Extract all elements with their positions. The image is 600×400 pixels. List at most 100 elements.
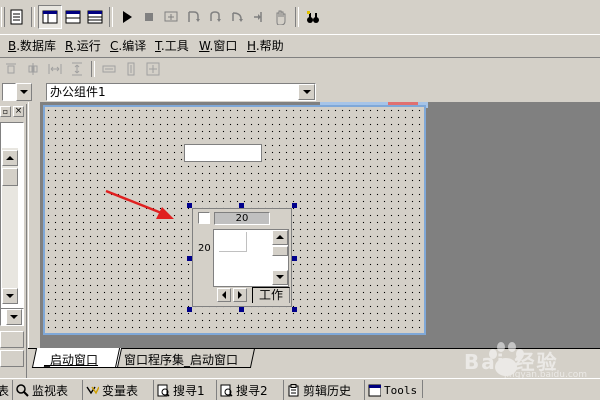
left-dropdown-arrow[interactable]	[6, 309, 22, 325]
selection-handle[interactable]	[187, 307, 192, 312]
find-button[interactable]	[302, 6, 324, 28]
step-icon	[164, 11, 178, 22]
layout-1-button[interactable]	[38, 5, 62, 29]
main-toolbar	[0, 0, 600, 34]
play-icon	[123, 11, 132, 23]
spin-value: 20	[235, 213, 249, 224]
menu-run[interactable]: R.运行	[65, 37, 101, 54]
menu-window[interactable]: W.窗口	[199, 37, 237, 54]
hand-icon	[276, 10, 286, 25]
toolbar-separator	[109, 7, 113, 27]
same-height-icon	[127, 62, 135, 76]
same-width-button[interactable]	[98, 60, 120, 78]
widget-scroll-up[interactable]	[272, 230, 288, 245]
menu-tools[interactable]: T.工具	[155, 37, 189, 54]
bottom-tab-variables[interactable]: 变量表	[82, 380, 138, 400]
find-icon	[220, 384, 233, 397]
chevron-down-icon	[6, 293, 14, 298]
selection-handle[interactable]	[292, 307, 297, 312]
editor-tab-startup-label: _启动窗口	[44, 353, 99, 367]
same-size-icon	[146, 62, 160, 76]
chevron-up-icon	[276, 235, 284, 239]
bottom-tab-divider	[422, 380, 423, 398]
toolbar-separator	[31, 7, 35, 27]
scroll-up-button[interactable]	[2, 150, 18, 166]
layout-3-button[interactable]	[84, 6, 106, 28]
scroll-down-button[interactable]	[2, 288, 18, 304]
layout-2-button[interactable]	[62, 6, 84, 28]
magnifier-icon	[16, 383, 29, 397]
selection-handle[interactable]	[239, 307, 244, 312]
widget-scroll-down[interactable]	[272, 270, 288, 285]
align-center-button[interactable]	[22, 60, 44, 78]
same-size-button[interactable]	[142, 60, 164, 78]
chevron-down-icon	[20, 89, 28, 94]
align-top-button[interactable]	[0, 60, 22, 78]
step-out-icon	[232, 12, 243, 22]
align-toolbar	[0, 59, 600, 79]
widget-spin-field[interactable]: 20	[214, 212, 270, 225]
step-into-icon	[188, 11, 200, 22]
scroll-thumb[interactable]	[2, 168, 18, 186]
layout-icon	[65, 10, 81, 24]
component-select-arrow[interactable]	[16, 83, 32, 101]
debug-1-button[interactable]	[160, 6, 182, 28]
component-name-select[interactable]: 办公组件1	[46, 83, 316, 101]
bottom-tab-search1[interactable]: 搜寻1	[153, 380, 205, 400]
menu-help[interactable]: H.帮助	[247, 37, 284, 54]
clipboard-icon	[288, 383, 299, 396]
bottom-tab-watch[interactable]: 监视表	[12, 380, 68, 400]
chevron-down-icon	[302, 89, 311, 94]
layout-icon	[87, 10, 103, 24]
widget-checkbox[interactable]	[198, 212, 210, 224]
window-icon	[368, 384, 381, 396]
space-vertical-button[interactable]	[66, 60, 88, 78]
widget-side-label: 20	[198, 243, 211, 254]
run-to-cursor-icon	[254, 12, 262, 22]
widget-tab[interactable]: 工作	[252, 287, 290, 303]
component-select[interactable]	[2, 83, 16, 101]
debug-4-button[interactable]	[226, 6, 248, 28]
left-panel-button-1[interactable]	[0, 331, 24, 348]
selection-handle[interactable]	[292, 203, 297, 208]
layout-icon	[42, 10, 58, 24]
run-button[interactable]	[116, 6, 138, 28]
same-height-button[interactable]	[120, 60, 142, 78]
form-textbox[interactable]	[184, 144, 262, 162]
panel-close-button[interactable]: ×	[13, 106, 24, 117]
component-name-value: 办公组件1	[50, 85, 106, 99]
breakpoint-button[interactable]	[270, 6, 292, 28]
red-arrow-icon	[105, 189, 174, 219]
menu-compile[interactable]: C.编译	[110, 37, 146, 54]
properties-button[interactable]	[6, 6, 28, 28]
widget-nav-right[interactable]	[233, 288, 247, 302]
bottom-tab-search2[interactable]: 搜寻2	[216, 380, 268, 400]
baidu-watermark: Bai 经验 jingyan.baidu.com	[458, 336, 598, 386]
menu-database[interactable]: B.数据库	[8, 37, 56, 54]
selection-handle[interactable]	[292, 256, 297, 261]
step-over-icon	[210, 11, 221, 22]
find-icon	[157, 384, 170, 397]
properties-icon	[10, 9, 23, 25]
bottom-tab-partial[interactable]: 表	[0, 380, 9, 400]
component-name-arrow[interactable]	[298, 84, 315, 100]
chevron-up-icon	[6, 155, 14, 160]
stop-button[interactable]	[138, 6, 160, 28]
panel-restore-button[interactable]: ▫	[0, 106, 11, 117]
space-horizontal-button[interactable]	[44, 60, 66, 78]
widget-scroll-thumb[interactable]	[272, 246, 288, 256]
debug-2-button[interactable]	[182, 6, 204, 28]
binoculars-icon	[307, 11, 319, 23]
variable-icon	[86, 386, 99, 394]
align-center-icon	[28, 63, 38, 75]
space-horizontal-icon	[48, 64, 62, 74]
left-panel-button-2[interactable]	[0, 350, 24, 367]
widget-nav-left[interactable]	[217, 288, 231, 302]
same-width-icon	[102, 65, 116, 73]
bottom-tab-clip-history[interactable]: 剪辑历史	[283, 380, 351, 400]
chevron-down-icon	[10, 314, 18, 319]
debug-3-button[interactable]	[204, 6, 226, 28]
debug-5-button[interactable]	[248, 6, 270, 28]
align-top-icon	[6, 63, 16, 74]
bottom-tab-tools[interactable]: Tools	[364, 380, 417, 400]
